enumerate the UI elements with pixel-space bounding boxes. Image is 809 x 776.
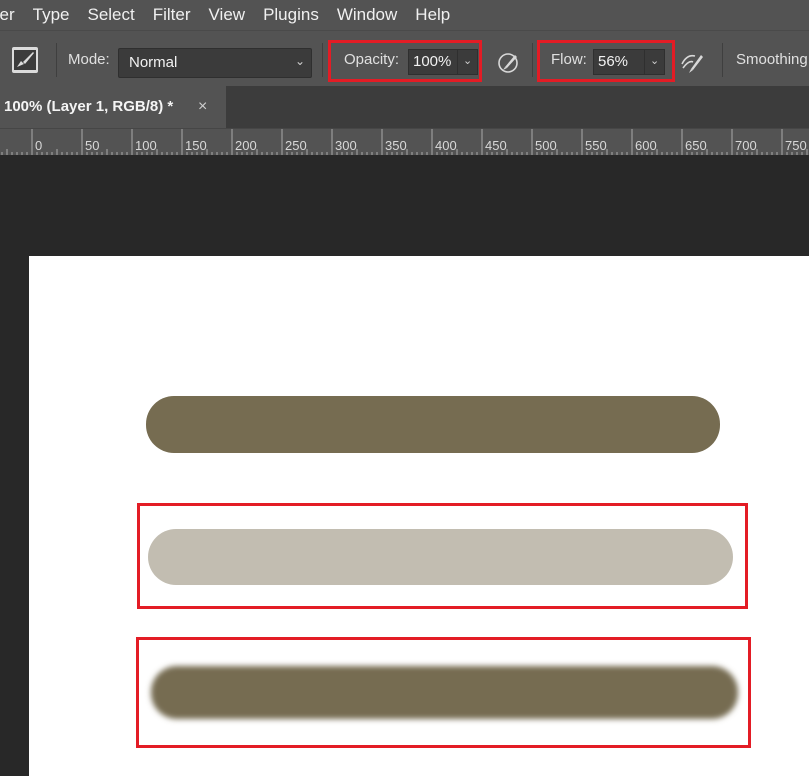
stroke-highlight-box <box>136 637 751 748</box>
stroke-full-opacity-hard <box>146 396 720 453</box>
stroke-highlight-box <box>137 503 748 609</box>
